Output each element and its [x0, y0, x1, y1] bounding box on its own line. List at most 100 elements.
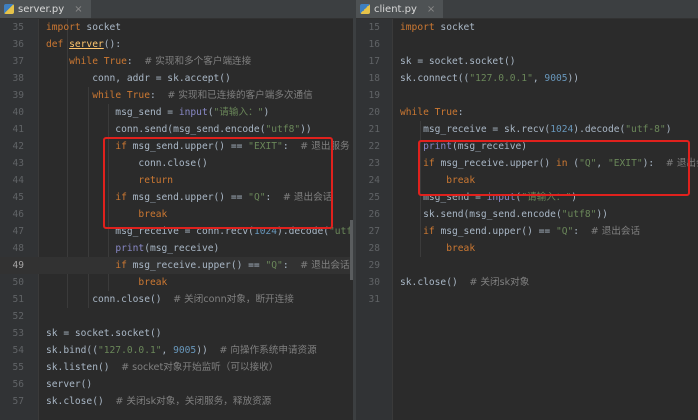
code-text: sk.close() # 关闭sk对象，关闭服务，释放资源 [46, 393, 271, 410]
code-line[interactable]: 53 sk = socket.socket() [0, 325, 353, 342]
code-line[interactable]: 30 sk.close() # 关闭sk对象 [356, 274, 698, 291]
code-line[interactable]: 55 sk.listen() # socket对象开始监听（可以接收） [0, 359, 353, 376]
code-line[interactable]: 27 if msg_send.upper() == "Q": # 退出会话 [356, 223, 698, 240]
code-line[interactable]: 38 conn, addr = sk.accept() [0, 70, 353, 87]
code-token-text: server() [46, 379, 93, 390]
code-line[interactable]: 52 [0, 308, 353, 325]
code-line[interactable]: 49 if msg_receive.upper() == "Q": # 退出会话 [0, 257, 353, 274]
code-line[interactable]: 41 conn.send(msg_send.encode("utf8")) [0, 121, 353, 138]
code-token-text: )) [596, 209, 608, 220]
line-number: 23 [368, 158, 380, 169]
code-token-text: ).decode( [573, 124, 626, 135]
code-text: sk.bind(("127.0.0.1", 9005)) # 向操作系统申请资源 [46, 342, 317, 359]
code-line[interactable]: 39 while True: # 实现和已连接的客户端多次通信 [0, 87, 353, 104]
code-token-keyword: if [423, 226, 441, 237]
line-number: 40 [12, 107, 24, 118]
code-line[interactable]: 57 sk.close() # 关闭sk对象，关闭服务，释放资源 [0, 393, 353, 410]
line-number: 27 [368, 226, 380, 237]
code-token-text: sk.bind(( [46, 345, 98, 356]
code-token-text: msg_send.upper() == [440, 226, 556, 237]
code-line[interactable]: 31 [356, 291, 698, 308]
line-number: 26 [368, 209, 380, 220]
line-number: 25 [368, 192, 380, 203]
close-icon[interactable]: × [74, 4, 82, 15]
code-line[interactable]: 15 import socket [356, 19, 698, 36]
code-token-keyword: while True [400, 107, 458, 118]
ide-window: server.py × 35 import socket 36 def server(… [0, 0, 698, 420]
code-token-comment: # 关闭conn对象，断开连接 [173, 294, 294, 305]
code-line[interactable]: 51 conn.close() # 关闭conn对象，断开连接 [0, 291, 353, 308]
code-token-text: socket [80, 22, 122, 33]
code-line[interactable]: 17 sk = socket.socket() [356, 53, 698, 70]
code-line[interactable]: 29 [356, 257, 698, 274]
code-line[interactable]: 40 msg_send = input("请输入：") [0, 104, 353, 121]
line-number: 18 [368, 73, 380, 84]
editor-pane-server[interactable]: server.py × 35 import socket 36 def server(… [0, 0, 353, 420]
code-token-string: "utf8" [561, 209, 597, 220]
code-line[interactable]: 16 [356, 36, 698, 53]
close-icon[interactable]: × [427, 4, 435, 15]
code-text: if msg_send.upper() == "Q": # 退出会话 [400, 223, 640, 240]
line-number: 43 [12, 158, 24, 169]
code-text: conn, addr = sk.accept() [46, 70, 231, 87]
editor-pane-client[interactable]: client.py × 15 import socket 16 17 sk = sock… [356, 0, 698, 420]
line-number: 56 [12, 379, 24, 390]
code-token-text: sk.close() [400, 277, 470, 288]
code-token-comment: # 关闭sk对象，关闭服务，释放资源 [115, 396, 272, 407]
code-text: import socket [46, 19, 121, 36]
code-line[interactable]: 54 sk.bind(("127.0.0.1", 9005)) # 向操作系统申请… [0, 342, 353, 359]
code-line[interactable]: 19 [356, 87, 698, 104]
code-token-number: 9005 [173, 345, 197, 356]
code-token-string: "utf-8" [625, 124, 666, 135]
line-number: 50 [12, 277, 24, 288]
code-line[interactable]: 26 sk.send(msg_send.encode("utf8")) [356, 206, 698, 223]
code-token-text: ) [665, 124, 672, 135]
line-number: 29 [368, 260, 380, 271]
code-token-text: sk.connect(( [400, 73, 470, 84]
code-line[interactable]: 21 msg_receive = sk.recv(1024).decode("u… [356, 121, 698, 138]
code-token-builtin: print [115, 243, 145, 254]
tab-server-py[interactable]: server.py × [0, 0, 91, 18]
code-text: if msg_receive.upper() == "Q": # 退出会话 [46, 257, 349, 274]
code-token-text: conn, addr = sk.accept() [46, 73, 231, 84]
code-token-string: "utf8" [265, 124, 301, 135]
code-line[interactable]: 56 server() [0, 376, 353, 393]
code-token-text: : [149, 90, 168, 101]
line-number: 45 [12, 192, 24, 203]
line-number: 24 [368, 175, 380, 186]
code-token-text: )) [567, 73, 580, 84]
highlight-box-exit-check [418, 140, 690, 196]
line-number: 16 [368, 39, 380, 50]
code-text: msg_receive = sk.recv(1024).decode("utf-… [400, 121, 672, 138]
line-number: 38 [12, 73, 24, 84]
code-token-keyword: break [446, 243, 476, 254]
code-text: def server(): [46, 36, 121, 53]
code-token-comment: # 向操作系统申请资源 [219, 345, 317, 356]
line-number: 17 [368, 56, 380, 67]
code-line[interactable]: 36 def server(): [0, 36, 353, 53]
code-text: sk.connect(("127.0.0.1", 9005)) [400, 70, 579, 87]
code-line[interactable]: 28 break [356, 240, 698, 257]
code-line[interactable]: 35 import socket [0, 19, 353, 36]
code-text: conn.send(msg_send.encode("utf8")) [46, 121, 312, 138]
line-number: 41 [12, 124, 24, 135]
code-token-comment: # socket对象开始监听（可以接收） [121, 362, 279, 373]
code-token-text: )) [300, 124, 312, 135]
code-token-text: : [457, 107, 464, 118]
code-line[interactable]: 50 break [0, 274, 353, 291]
code-text: conn.close() # 关闭conn对象，断开连接 [46, 291, 294, 308]
code-token-text: conn.send(msg_send.encode( [46, 124, 266, 135]
code-text: print(msg_receive) [46, 240, 219, 257]
tab-client-py[interactable]: client.py × [356, 0, 444, 18]
code-line[interactable]: 18 sk.connect(("127.0.0.1", 9005)) [356, 70, 698, 87]
code-token-text: (): [103, 39, 122, 50]
code-line[interactable]: 48 print(msg_receive) [0, 240, 353, 257]
code-token-text: sk = socket.socket() [400, 56, 516, 67]
code-line[interactable]: 20 while True: [356, 104, 698, 121]
code-token-text: msg_receive.upper() == [132, 260, 266, 271]
code-line[interactable]: 37 while True: # 实现和多个客户端连接 [0, 53, 353, 70]
code-token-text: : [126, 56, 145, 67]
tab-bar-left: server.py × [0, 0, 353, 19]
